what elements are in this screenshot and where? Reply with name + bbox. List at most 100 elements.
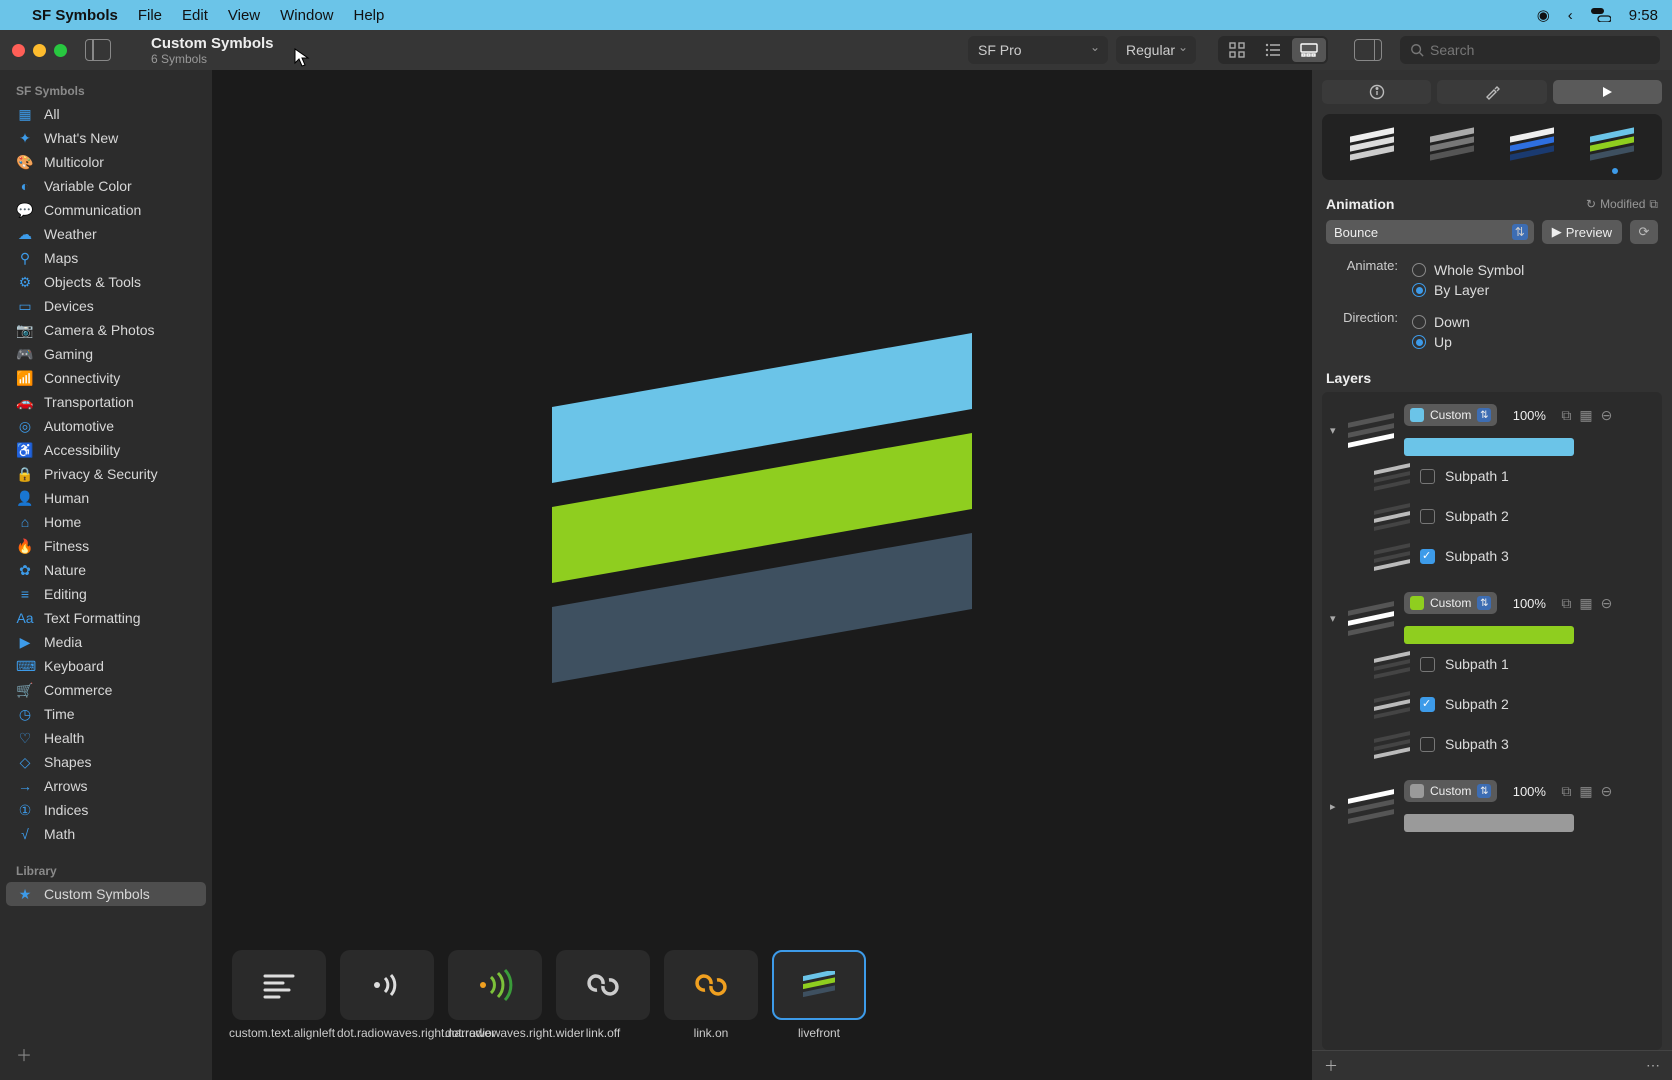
loop-button[interactable]: ⟳ — [1630, 220, 1658, 244]
record-icon[interactable]: ◉ — [1537, 6, 1550, 24]
sidebar-item-custom-symbols[interactable]: ★ Custom Symbols — [6, 882, 206, 906]
sidebar-item-communication[interactable]: 💬Communication — [6, 198, 206, 222]
layer-opacity[interactable]: 100% — [1505, 408, 1553, 423]
radio-up[interactable] — [1412, 335, 1426, 349]
symbol-thumb-link-off[interactable]: link.off — [556, 950, 650, 1040]
subpath-row[interactable]: Subpath 1 — [1330, 456, 1654, 496]
sidebar-item-weather[interactable]: ☁Weather — [6, 222, 206, 246]
grid-view-button[interactable] — [1220, 38, 1254, 62]
remove-layer-icon[interactable]: ⊖ — [1601, 783, 1613, 800]
menu-view[interactable]: View — [228, 7, 260, 24]
menu-window[interactable]: Window — [280, 7, 333, 24]
subpath-row[interactable]: Subpath 2 — [1330, 684, 1654, 724]
close-window-button[interactable] — [12, 44, 25, 57]
subpath-checkbox[interactable] — [1420, 549, 1435, 564]
sidebar-item-nature[interactable]: ✿Nature — [6, 558, 206, 582]
menu-help[interactable]: Help — [354, 7, 385, 24]
sidebar-item-maps[interactable]: ⚲Maps — [6, 246, 206, 270]
window-traffic-lights[interactable] — [12, 44, 67, 57]
sidebar-item-time[interactable]: ◷Time — [6, 702, 206, 726]
radio-down[interactable] — [1412, 315, 1426, 329]
add-layer-button[interactable]: ＋ — [1324, 1056, 1338, 1076]
layer-color-bar[interactable] — [1404, 814, 1574, 832]
layer-group-icon[interactable]: ▦ — [1579, 407, 1592, 424]
render-preview-mono[interactable] — [1350, 128, 1394, 158]
inspector-tab-animation[interactable] — [1553, 80, 1662, 104]
sidebar-item-automotive[interactable]: ◎Automotive — [6, 414, 206, 438]
layer-color-select[interactable]: Custom ⇅ — [1404, 592, 1497, 614]
control-center-icon[interactable] — [1591, 8, 1611, 22]
sidebar-item-variable-color[interactable]: ◐Variable Color — [6, 174, 206, 198]
copy-layer-icon[interactable]: ⧉ — [1561, 407, 1571, 424]
font-select[interactable]: SF Pro — [968, 36, 1108, 64]
subpath-checkbox[interactable] — [1420, 697, 1435, 712]
copy-layer-icon[interactable]: ⧉ — [1561, 783, 1571, 800]
subpath-row[interactable]: Subpath 3 — [1330, 724, 1654, 764]
minimize-window-button[interactable] — [33, 44, 46, 57]
menu-file[interactable]: File — [138, 7, 162, 24]
layer-group-icon[interactable]: ▦ — [1579, 783, 1592, 800]
symbol-thumb-custom-text-alignleft[interactable]: custom.text.alignleft — [232, 950, 326, 1040]
sidebar-item-shapes[interactable]: ◇Shapes — [6, 750, 206, 774]
layer-options-button[interactable]: ⋯ — [1646, 1057, 1660, 1074]
sidebar-item-objects-tools[interactable]: ⚙Objects & Tools — [6, 270, 206, 294]
sidebar-item-multicolor[interactable]: 🎨Multicolor — [6, 150, 206, 174]
sidebar-item-health[interactable]: ♡Health — [6, 726, 206, 750]
sidebar-item-text-formatting[interactable]: AaText Formatting — [6, 606, 206, 630]
menubar-clock[interactable]: 9:58 — [1629, 7, 1658, 24]
animation-type-select[interactable]: Bounce ⇅ — [1326, 220, 1534, 244]
sidebar-item-all[interactable]: ▦All — [6, 102, 206, 126]
layer-opacity[interactable]: 100% — [1505, 596, 1553, 611]
copy-layer-icon[interactable]: ⧉ — [1561, 595, 1571, 612]
sidebar-item-transportation[interactable]: 🚗Transportation — [6, 390, 206, 414]
render-preview-hier[interactable] — [1430, 128, 1474, 158]
layer-opacity[interactable]: 100% — [1505, 784, 1553, 799]
view-mode-segmented[interactable] — [1218, 36, 1328, 64]
direction-radiogroup[interactable]: Down Up — [1412, 310, 1470, 354]
sidebar-add-button[interactable]: ＋ — [6, 1034, 206, 1074]
sidebar-item-accessibility[interactable]: ♿Accessibility — [6, 438, 206, 462]
sidebar-item-camera-photos[interactable]: 📷Camera & Photos — [6, 318, 206, 342]
disclosure-triangle[interactable]: ▸ — [1330, 800, 1342, 813]
sidebar-item-what-s-new[interactable]: ✦What's New — [6, 126, 206, 150]
gallery-view-button[interactable] — [1292, 38, 1326, 62]
subpath-row[interactable]: Subpath 1 — [1330, 644, 1654, 684]
menubar-app-name[interactable]: SF Symbols — [32, 7, 118, 24]
subpath-row[interactable]: Subpath 2 — [1330, 496, 1654, 536]
sidebar-item-keyboard[interactable]: ⌨Keyboard — [6, 654, 206, 678]
sidebar-item-editing[interactable]: ≡Editing — [6, 582, 206, 606]
menu-edit[interactable]: Edit — [182, 7, 208, 24]
render-preview-multicolor[interactable] — [1590, 128, 1634, 158]
subpath-checkbox[interactable] — [1420, 509, 1435, 524]
symbol-thumb-dot-radiowaves-right-wider[interactable]: dot.radiowaves.right.wider — [448, 950, 542, 1040]
subpath-checkbox[interactable] — [1420, 657, 1435, 672]
list-view-button[interactable] — [1256, 38, 1290, 62]
preview-button[interactable]: ▶ Preview — [1542, 220, 1622, 244]
sidebar-item-math[interactable]: √Math — [6, 822, 206, 846]
weight-select[interactable]: Regular — [1116, 36, 1196, 64]
sidebar-item-commerce[interactable]: 🛒Commerce — [6, 678, 206, 702]
search-input[interactable]: Search — [1400, 36, 1660, 64]
render-preview-palette[interactable] — [1510, 128, 1554, 158]
layer-group-icon[interactable]: ▦ — [1579, 595, 1592, 612]
sidebar-item-media[interactable]: ▶Media — [6, 630, 206, 654]
subpath-checkbox[interactable] — [1420, 469, 1435, 484]
remove-layer-icon[interactable]: ⊖ — [1601, 407, 1613, 424]
sidebar-item-privacy-security[interactable]: 🔒Privacy & Security — [6, 462, 206, 486]
disclosure-triangle[interactable]: ▾ — [1330, 424, 1342, 437]
layer-color-select[interactable]: Custom ⇅ — [1404, 404, 1497, 426]
inspector-tab-info[interactable] — [1322, 80, 1431, 104]
zoom-window-button[interactable] — [54, 44, 67, 57]
sidebar-item-connectivity[interactable]: 📶Connectivity — [6, 366, 206, 390]
animation-modified-badge[interactable]: ↻ Modified ⧉ — [1586, 197, 1658, 212]
symbol-thumb-link-on[interactable]: link.on — [664, 950, 758, 1040]
symbol-thumb-livefront[interactable]: livefront — [772, 950, 866, 1040]
sidebar-item-indices[interactable]: ①Indices — [6, 798, 206, 822]
sidebar-item-devices[interactable]: ▭Devices — [6, 294, 206, 318]
inspector-tab-color[interactable] — [1437, 80, 1546, 104]
sidebar-item-human[interactable]: 👤Human — [6, 486, 206, 510]
sidebar-item-fitness[interactable]: 🔥Fitness — [6, 534, 206, 558]
toggle-inspector-button[interactable] — [1354, 39, 1382, 61]
remove-layer-icon[interactable]: ⊖ — [1601, 595, 1613, 612]
layer-color-bar[interactable] — [1404, 626, 1574, 644]
